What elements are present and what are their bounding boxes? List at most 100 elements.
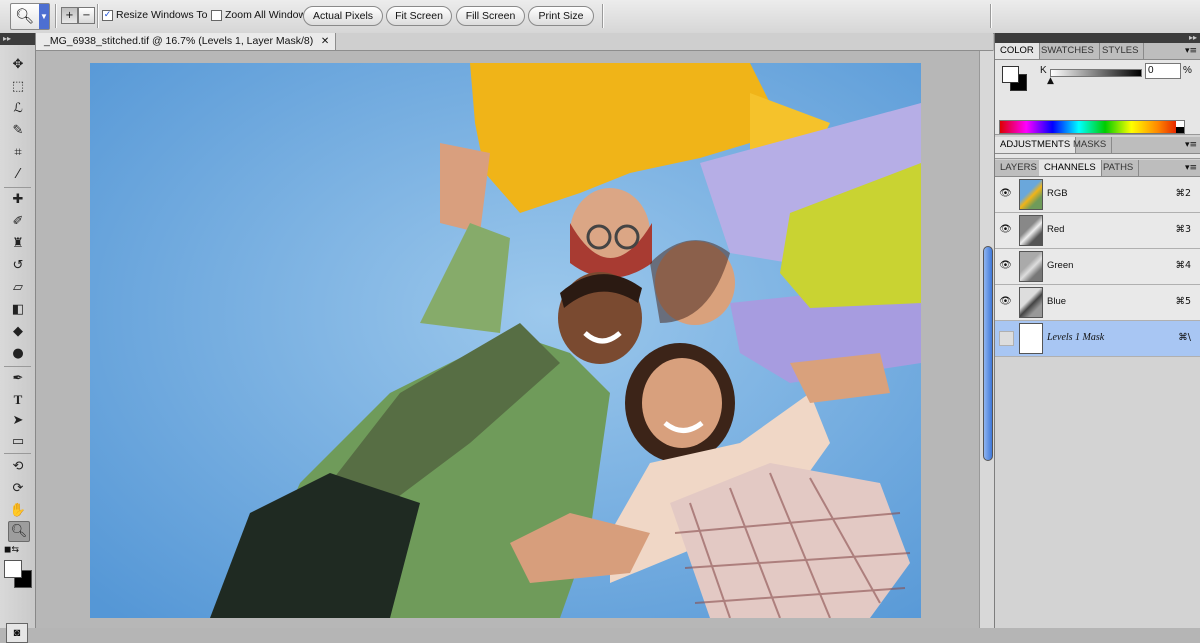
channel-row-levels-mask[interactable]: Levels 1 Mask ⌘\ <box>995 321 1200 357</box>
tab-masks[interactable]: MASKS <box>1068 137 1113 153</box>
k-slider[interactable] <box>1050 69 1142 77</box>
color-spectrum-ramp[interactable] <box>999 120 1185 134</box>
fill-screen-button[interactable]: Fill Screen <box>456 6 525 26</box>
channel-row-green[interactable]: 👁︎ Green ⌘4 <box>995 249 1200 285</box>
actual-pixels-button[interactable]: Actual Pixels <box>303 6 383 26</box>
spot-healing-tool-icon[interactable]: ✚ <box>8 190 28 209</box>
channels-list: 👁︎ RGB ⌘2 👁︎ Red ⌘3 👁︎ Green ⌘4 👁︎ Blue … <box>995 177 1200 357</box>
path-selection-tool-icon[interactable]: ➤ <box>8 411 28 430</box>
separator <box>990 4 992 28</box>
resize-windows-label: Resize Windows To Fit <box>116 9 223 21</box>
toolbox-grip[interactable]: ▸▸ <box>0 33 35 45</box>
document-photo[interactable] <box>90 63 921 618</box>
resize-windows-checkbox[interactable]: ✓ Resize Windows To Fit <box>102 9 222 21</box>
eye-icon[interactable]: 👁︎ <box>999 295 1012 308</box>
fit-screen-button[interactable]: Fit Screen <box>386 6 452 26</box>
white-black-swatch[interactable] <box>1176 121 1184 133</box>
toolbox-divider <box>4 187 31 188</box>
channel-thumbnail <box>1019 215 1043 246</box>
lasso-tool-icon[interactable]: ℒ <box>8 99 28 118</box>
channel-shortcut: ⌘5 <box>1175 296 1191 307</box>
panel-dock-grip[interactable]: ▸▸ <box>995 33 1200 43</box>
foreground-color-swatch[interactable] <box>1002 66 1019 83</box>
move-tool-icon[interactable]: ✥ <box>8 55 28 74</box>
dropdown-arrow-icon: ▼ <box>39 4 49 29</box>
visibility-toggle-empty[interactable] <box>999 331 1014 346</box>
zoom-tool-icon[interactable]: 🔍︎ <box>8 521 30 542</box>
tab-layers[interactable]: LAYERS <box>995 160 1043 176</box>
scroll-thumb[interactable] <box>983 246 993 461</box>
3d-rotate-tool-icon[interactable]: ⟲ <box>8 457 28 476</box>
dodge-tool-icon[interactable]: ● <box>8 344 28 363</box>
hand-tool-icon[interactable]: ✋ <box>8 501 28 520</box>
zoom-in-icon[interactable]: + <box>61 7 78 24</box>
channel-name: Green <box>1047 260 1074 271</box>
color-panel-tabs: COLOR SWATCHES STYLES ▾≡ <box>995 43 1200 60</box>
tab-styles[interactable]: STYLES <box>1097 43 1145 59</box>
channel-row-blue[interactable]: 👁︎ Blue ⌘5 <box>995 285 1200 321</box>
toolbox: ▸▸ ✥ ⬚ ℒ ✎ ⌗ ⁄ ✚ ✐ ♜ ↺ ▱ ◧ ◆ ● ✒ T ➤ ▭ ⟲… <box>0 33 36 643</box>
magnifier-icon: 🔍︎ <box>15 7 35 25</box>
eyedropper-tool-icon[interactable]: ⁄ <box>8 165 28 184</box>
channel-thumbnail <box>1019 287 1043 318</box>
layers-panel-tabs: LAYERS CHANNELS PATHS ▾≡ <box>995 160 1200 177</box>
toolbox-divider <box>4 453 31 454</box>
panel-menu-icon[interactable]: ▾≡ <box>1185 160 1197 176</box>
mask-thumbnail <box>1019 323 1043 354</box>
checkbox-checked-icon[interactable]: ✓ <box>102 9 113 21</box>
gradient-tool-icon[interactable]: ◧ <box>8 300 28 319</box>
channel-row-red[interactable]: 👁︎ Red ⌘3 <box>995 213 1200 249</box>
print-size-button[interactable]: Print Size <box>528 6 594 26</box>
crop-tool-icon[interactable]: ⌗ <box>8 143 28 162</box>
zoom-out-icon[interactable]: − <box>78 7 95 24</box>
blur-tool-icon[interactable]: ◆ <box>8 322 28 341</box>
k-value-field[interactable]: 0 <box>1145 63 1181 79</box>
eye-icon[interactable]: 👁︎ <box>999 223 1012 236</box>
percent-label: % <box>1183 65 1192 76</box>
close-icon[interactable]: ✕ <box>321 33 329 50</box>
tab-adjustments[interactable]: ADJUSTMENTS <box>995 137 1077 153</box>
adjustments-panel-tabs: ADJUSTMENTS MASKS ▾≡ <box>995 137 1200 154</box>
pen-tool-icon[interactable]: ✒ <box>8 369 28 388</box>
quick-mask-mode-icon[interactable]: ◙ <box>6 623 28 643</box>
tab-paths[interactable]: PATHS <box>1098 160 1140 176</box>
channel-shortcut: ⌘4 <box>1175 260 1191 271</box>
eye-icon[interactable]: 👁︎ <box>999 259 1012 272</box>
panel-menu-icon[interactable]: ▾≡ <box>1185 137 1197 153</box>
eraser-tool-icon[interactable]: ▱ <box>8 278 28 297</box>
marquee-tool-icon[interactable]: ⬚ <box>8 77 28 96</box>
separator <box>97 4 99 28</box>
zoom-all-windows-checkbox[interactable]: Zoom All Windows <box>211 9 311 21</box>
tab-swatches[interactable]: SWATCHES <box>1036 43 1100 59</box>
foreground-color-swatch[interactable] <box>4 560 22 578</box>
clone-stamp-tool-icon[interactable]: ♜ <box>8 234 28 253</box>
zoom-all-windows-label: Zoom All Windows <box>225 9 312 21</box>
document-tab[interactable]: _MG_6938_stitched.tif @ 16.7% (Levels 1,… <box>36 33 337 50</box>
panel-dock: ▸▸ COLOR SWATCHES STYLES ▾≡ K ▲ 0 % ADJU… <box>994 33 1200 628</box>
default-colors-icon[interactable]: ◼⇆ <box>4 545 19 555</box>
tab-color[interactable]: COLOR <box>995 43 1040 59</box>
slider-handle-icon[interactable]: ▲ <box>1047 76 1054 86</box>
document-title: _MG_6938_stitched.tif @ 16.7% (Levels 1,… <box>44 35 314 47</box>
brush-tool-icon[interactable]: ✐ <box>8 212 28 231</box>
checkbox-unchecked-icon[interactable] <box>211 9 222 21</box>
quick-selection-tool-icon[interactable]: ✎ <box>8 121 28 140</box>
tool-preset-picker[interactable]: 🔍︎ ▼ <box>10 3 50 30</box>
channel-shortcut: ⌘\ <box>1178 332 1191 343</box>
color-panel: K ▲ 0 % <box>995 60 1200 135</box>
channel-name: Levels 1 Mask <box>1047 332 1105 343</box>
canvas-vertical-scrollbar[interactable] <box>979 51 994 628</box>
eye-icon[interactable]: 👁︎ <box>999 187 1012 200</box>
3d-orbit-tool-icon[interactable]: ⟳ <box>8 479 28 498</box>
type-tool-icon[interactable]: T <box>8 390 28 409</box>
channel-row-rgb[interactable]: 👁︎ RGB ⌘2 <box>995 177 1200 213</box>
group-photo-image <box>90 63 921 618</box>
separator <box>55 4 57 28</box>
channel-shortcut: ⌘3 <box>1175 224 1191 235</box>
panel-menu-icon[interactable]: ▾≡ <box>1185 43 1197 59</box>
tab-channels[interactable]: CHANNELS <box>1039 160 1102 176</box>
channel-name: Blue <box>1047 296 1067 307</box>
rectangle-tool-icon[interactable]: ▭ <box>8 432 28 451</box>
history-brush-tool-icon[interactable]: ↺ <box>8 256 28 275</box>
adjustments-panel <box>995 154 1200 159</box>
